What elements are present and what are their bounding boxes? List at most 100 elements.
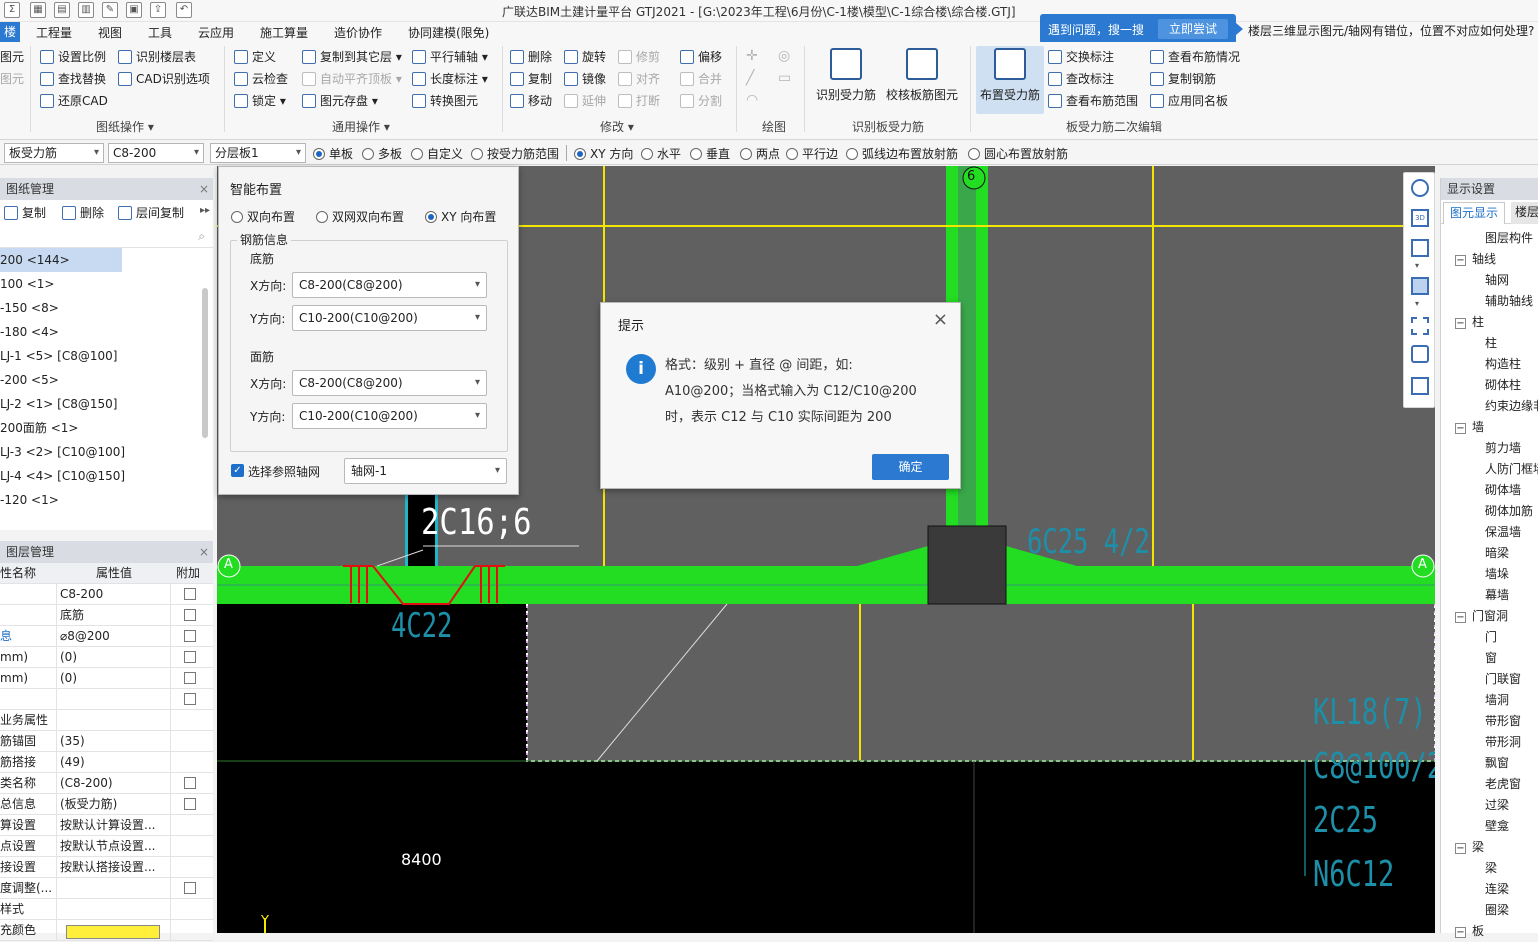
list-item[interactable]: LJ-3 <2> [C10@100] [0,440,213,464]
set-scale-button[interactable]: 设置比例 [40,48,106,66]
top-y-select[interactable]: C10-200(C10@200) [292,403,487,429]
ref-axis-select[interactable]: 轴网-1 [344,458,507,484]
more-icon[interactable]: ▸▸ [200,205,210,216]
table-row[interactable]: 息 ⌀8@200 [0,626,213,647]
group-label-drawing-ops[interactable]: 图纸操作 ▾ [96,118,154,135]
delete-button[interactable]: 删除 [510,48,552,66]
checkbox[interactable] [184,609,196,621]
table-row[interactable]: 业务属性 [0,710,213,731]
property-value[interactable]: 按默认节点设置... [60,836,170,857]
table-row[interactable]: C8-200 [0,584,213,605]
checkbox[interactable] [184,777,196,789]
draw-line-icon[interactable]: ╱ [746,70,754,86]
property-value[interactable] [60,899,170,920]
menu-item-cost[interactable]: 造价协作 [334,24,382,41]
checkbox[interactable] [184,651,196,663]
grid-icon[interactable]: ▦ [30,2,46,18]
checkbox[interactable] [184,882,196,894]
menu-item-construction[interactable]: 施工算量 [260,24,308,41]
table-icon[interactable]: ▤ [54,2,70,18]
tree-item[interactable]: 轴网 [1441,270,1538,291]
drawing-copy-button[interactable]: 复制 [4,204,46,222]
property-value[interactable]: (0) [60,668,170,689]
table-row[interactable]: mm) (0) [0,647,213,668]
box-view-icon[interactable] [1411,277,1429,295]
checkbox[interactable] [184,588,196,600]
radio-bidirectional[interactable]: 双向布置 [231,208,295,225]
tree-item[interactable]: 带形窗 [1441,711,1538,732]
list-item[interactable]: LJ-2 <1> [C8@150] [0,392,213,416]
list-item[interactable]: 200 <144> [0,248,122,272]
checkbox[interactable] [184,798,196,810]
rebar-label-6c25[interactable]: 6C25 4/2 [1027,522,1150,562]
table-row[interactable]: 算设置 按默认计算设置... [0,815,213,836]
list-item[interactable]: -150 <8> [0,296,213,320]
mirror-button[interactable]: 镜像 [564,70,606,88]
tree-item[interactable]: 门 [1441,627,1538,648]
merge-button[interactable]: 合并 [680,70,722,88]
radio-multi-slab[interactable]: 多板 [362,145,402,162]
identify-floor-table-button[interactable]: 识别楼层表 [118,48,196,66]
cube-icon[interactable] [1411,239,1429,257]
property-value[interactable]: 按默认计算设置... [60,815,170,836]
table-row[interactable]: 底筋 [0,605,213,626]
property-value[interactable]: (C8-200) [60,773,170,794]
draw-rect-icon[interactable]: ▭ [778,70,791,86]
property-value[interactable] [60,710,170,731]
bottom-y-select[interactable]: C10-200(C10@200) [292,305,487,331]
split-button[interactable]: 分割 [680,92,722,110]
define-button[interactable]: 定义 [234,48,276,66]
group-label-modify[interactable]: 修改 ▾ [600,118,634,135]
align-button[interactable]: 对齐 [618,70,660,88]
menu-item-quantity[interactable]: 工程量 [36,24,72,41]
tree-item[interactable]: 飘窗 [1441,753,1538,774]
chevron-down-icon[interactable]: ▾ [1415,261,1419,270]
orbit-icon[interactable] [1411,179,1429,197]
checkbox[interactable] [184,693,196,705]
table-row[interactable]: 度调整(... [0,878,213,899]
ref-axis-checkbox[interactable]: ✓ [231,464,244,477]
tree-item[interactable]: 保温墙 [1441,522,1538,543]
table-row[interactable]: 筋锚固 (35) [0,731,213,752]
sum-icon[interactable]: Σ [4,2,20,18]
rotate-button[interactable]: 旋转 [564,48,606,66]
layer-select[interactable]: 分层板1 [210,143,306,163]
collapse-icon[interactable]: − [1455,255,1466,266]
rebar-label-2c16[interactable]: 2C16;6 [421,502,532,543]
edit-label-button[interactable]: 查改标注 [1048,70,1114,88]
beam-annotation[interactable]: KL18(7) C8@100/2 2C25 N6C12 [1313,686,1435,902]
drawing-delete-button[interactable]: 删除 [62,204,104,222]
rebar-label-4c22[interactable]: 4C22 [391,606,452,646]
property-value[interactable]: (0) [60,647,170,668]
tab-element-display[interactable]: 图元显示 [1443,202,1506,224]
menu-item-tools[interactable]: 工具 [148,24,172,41]
table-row[interactable]: 点设置 按默认节点设置... [0,836,213,857]
property-value[interactable]: (35) [60,731,170,752]
identify-rebar-button[interactable]: 识别受力筋 [814,48,878,103]
copy-rebar-button[interactable]: 复制钢筋 [1150,70,1216,88]
view-rebar-range-button[interactable]: 查看布筋范围 [1048,92,1138,110]
top-x-select[interactable]: C8-200(C8@200) [292,370,487,396]
property-value[interactable] [60,689,170,710]
tab-floor[interactable]: 楼层 [1511,202,1538,224]
menu-item-collab[interactable]: 协同建模(限免) [408,24,489,41]
draw-circle-icon[interactable]: ◎ [778,48,790,64]
tree-group[interactable]: − 梁 [1441,837,1538,858]
apply-same-slab-button[interactable]: 应用同名板 [1150,92,1228,110]
fill-color-swatch[interactable] [66,925,160,939]
tree-group[interactable]: − 板 [1441,921,1538,942]
partial-item-2[interactable]: 图元 [0,70,24,88]
break-button[interactable]: 打断 [618,92,660,110]
tree-item[interactable]: 砌体柱 [1441,375,1538,396]
radio-single-slab[interactable]: 单板 [313,145,353,162]
collapse-icon[interactable]: − [1455,612,1466,623]
table-row[interactable]: 总信息 (板受力筋) [0,794,213,815]
tree-item[interactable]: 人防门框墙 [1441,459,1538,480]
save-icon[interactable]: ▣ [126,2,142,18]
table-row[interactable]: mm) (0) [0,668,213,689]
tree-item[interactable]: 墙洞 [1441,690,1538,711]
scrollbar[interactable] [202,288,208,438]
radio-xy-layout[interactable]: XY 向布置 [425,208,496,225]
bottom-x-select[interactable]: C8-200(C8@200) [292,272,487,298]
tree-item[interactable]: 约束边缘非 [1441,396,1538,417]
